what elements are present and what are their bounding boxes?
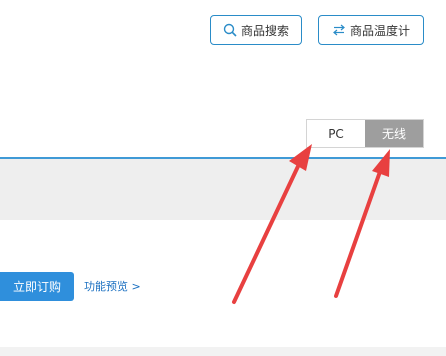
device-toggle: PC 无线	[306, 119, 424, 148]
search-icon	[223, 23, 237, 37]
toggle-pc[interactable]: PC	[307, 120, 365, 147]
product-thermometer-label: 商品温度计	[349, 23, 410, 38]
order-now-button[interactable]: 立即订购	[0, 272, 74, 301]
chevron-right-icon: >	[131, 280, 141, 293]
content-band	[0, 159, 446, 220]
swap-arrows-icon	[332, 23, 346, 37]
product-search-label: 商品搜索	[240, 23, 289, 38]
feature-preview-label: 功能预览	[84, 280, 128, 293]
toggle-wireless[interactable]: 无线	[365, 120, 423, 147]
product-thermometer-button[interactable]: 商品温度计	[318, 15, 424, 45]
feature-preview-link[interactable]: 功能预览 >	[84, 278, 141, 294]
product-search-button[interactable]: 商品搜索	[210, 15, 302, 45]
bottom-strip	[0, 347, 446, 356]
